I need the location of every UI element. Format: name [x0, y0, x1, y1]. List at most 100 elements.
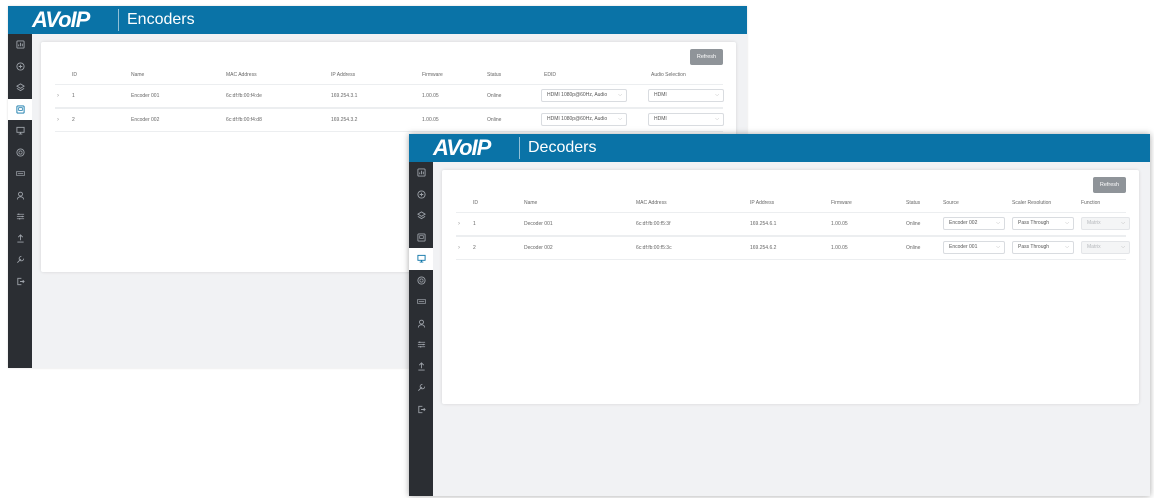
dashboard-icon [15, 40, 25, 49]
col-edid: EDID [544, 72, 556, 78]
row-name: Encoder 002 [131, 117, 160, 123]
edid-select[interactable]: HDMI 1080p@60Hz, Audio ⌵ [541, 89, 627, 102]
nav-dashboard[interactable] [8, 34, 32, 56]
row-status: Online [906, 245, 921, 251]
edid-select[interactable]: HDMI 1080p@60Hz, Audio ⌵ [541, 113, 627, 126]
row-mac: 6c:df:fb:00:f5:3f [636, 221, 671, 227]
audio-select[interactable]: HDMI ⌵ [648, 113, 724, 126]
layers-icon [416, 211, 426, 220]
row-ip: 169.254.3.1 [331, 93, 358, 99]
nav-users[interactable] [8, 185, 32, 207]
scaler-value: Pass Through [1018, 220, 1050, 226]
col-ip: IP Address [331, 72, 356, 78]
sidebar [8, 34, 32, 368]
col-name: Name [524, 200, 538, 206]
col-mac: MAC Address [636, 200, 667, 206]
nav-upgrade[interactable] [8, 228, 32, 250]
header-divider [118, 9, 119, 31]
nav-network[interactable] [8, 142, 32, 164]
row-firmware: 1.00.05 [422, 117, 439, 123]
row-id: 2 [473, 245, 476, 251]
chevron-down-icon: ⌵ [618, 92, 622, 98]
chevron-down-icon: ⌵ [1121, 244, 1125, 250]
page-title: Decoders [528, 139, 597, 156]
table-row[interactable]: › 2 Encoder 002 6c:df:fb:00:f4:d8 169.25… [55, 108, 724, 132]
row-id: 2 [72, 117, 75, 123]
nav-layers[interactable] [8, 77, 32, 99]
row-ip: 169.254.3.2 [331, 117, 358, 123]
col-status: Status [906, 200, 921, 206]
col-source: Source [943, 200, 959, 206]
nav-logout[interactable] [8, 271, 32, 293]
nav-decoders[interactable] [8, 120, 32, 142]
refresh-button[interactable]: Refresh [1093, 177, 1126, 193]
nav-network[interactable] [409, 270, 433, 292]
col-scaler-resolution: Scaler Resolution [1012, 200, 1052, 206]
table-header: ID Name MAC Address IP Address Firmware … [55, 70, 723, 80]
function-value: Matrix [1087, 244, 1101, 250]
col-id: ID [473, 200, 478, 206]
globe-icon [15, 148, 25, 157]
user-icon [417, 319, 426, 328]
col-function: Function [1081, 200, 1101, 206]
table-row[interactable]: › 2 Decoder 002 6c:df:fb:00:f5:3c 169.25… [456, 236, 1130, 260]
chevron-down-icon: ⌵ [996, 220, 1000, 226]
nav-decoders[interactable] [409, 248, 433, 270]
row-ip: 169.254.6.2 [750, 245, 777, 251]
nav-encoders[interactable] [8, 98, 32, 120]
row-firmware: 1.00.05 [831, 245, 848, 251]
keyboard-icon [15, 169, 25, 178]
nav-tools[interactable] [8, 249, 32, 271]
scaler-select[interactable]: Pass Through ⌵ [1012, 241, 1074, 254]
edid-value: HDMI 1080p@60Hz, Audio [547, 92, 608, 98]
col-status: Status [487, 72, 502, 78]
row-status: Online [906, 221, 921, 227]
row-status: Online [487, 117, 502, 123]
keyboard-icon [416, 297, 426, 306]
row-mac: 6c:df:fb:00:f4:d8 [226, 117, 262, 123]
nav-users[interactable] [409, 313, 433, 335]
table-row[interactable]: › 1 Decoder 001 6c:df:fb:00:f5:3f 169.25… [456, 212, 1130, 236]
logout-icon [417, 405, 426, 414]
decoder-icon [15, 126, 25, 135]
nav-keyboard[interactable] [8, 163, 32, 185]
refresh-button[interactable]: Refresh [690, 49, 723, 65]
row-status: Online [487, 93, 502, 99]
row-ip: 169.254.6.1 [750, 221, 777, 227]
nav-settings[interactable] [8, 206, 32, 228]
row-firmware: 1.00.05 [422, 93, 439, 99]
expand-chevron-icon[interactable]: › [57, 109, 59, 131]
source-value: Encoder 001 [949, 244, 978, 250]
logout-icon [16, 277, 25, 286]
upload-icon [16, 234, 25, 243]
decoder-icon [416, 254, 426, 263]
nav-settings[interactable] [409, 334, 433, 356]
nav-upgrade[interactable] [409, 356, 433, 378]
nav-logout[interactable] [409, 399, 433, 421]
nav-encoders[interactable] [409, 227, 433, 249]
user-icon [16, 191, 25, 200]
row-mac: 6c:df:fb:00:f5:3c [636, 245, 672, 251]
source-select[interactable]: Encoder 001 ⌵ [943, 241, 1005, 254]
nav-add[interactable] [409, 184, 433, 206]
scaler-select[interactable]: Pass Through ⌵ [1012, 217, 1074, 230]
chevron-down-icon: ⌵ [618, 116, 622, 122]
audio-value: HDMI [654, 92, 667, 98]
nav-keyboard[interactable] [409, 291, 433, 313]
nav-layers[interactable] [409, 205, 433, 227]
expand-chevron-icon[interactable]: › [458, 237, 460, 259]
col-id: ID [72, 72, 77, 78]
globe-icon [416, 276, 426, 285]
expand-chevron-icon[interactable]: › [458, 213, 460, 235]
table-row[interactable]: › 1 Encoder 001 6c:df:fb:00:f4:de 169.25… [55, 84, 724, 108]
audio-select[interactable]: HDMI ⌵ [648, 89, 724, 102]
row-id: 1 [473, 221, 476, 227]
nav-tools[interactable] [409, 377, 433, 399]
function-select: Matrix ⌵ [1081, 217, 1130, 230]
expand-chevron-icon[interactable]: › [57, 85, 59, 107]
nav-add[interactable] [8, 56, 32, 78]
chevron-down-icon: ⌵ [715, 116, 719, 122]
source-select[interactable]: Encoder 002 ⌵ [943, 217, 1005, 230]
audio-value: HDMI [654, 116, 667, 122]
nav-dashboard[interactable] [409, 162, 433, 184]
